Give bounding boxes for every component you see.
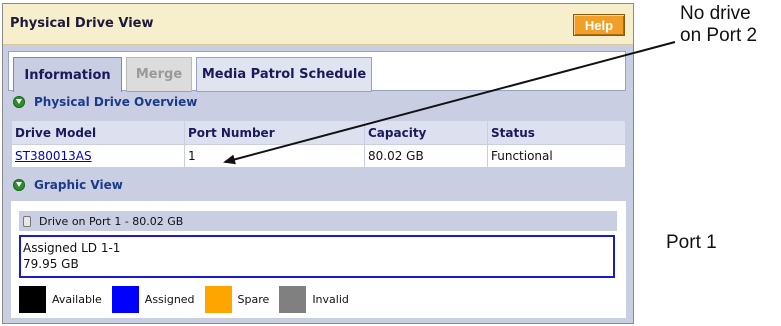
port-number-cell: 1: [184, 144, 365, 168]
annotation-no-drive: No drive on Port 2: [680, 3, 757, 47]
column-header-status: Status: [487, 120, 626, 145]
status-cell: Functional: [487, 144, 626, 168]
annotation-port1: Port 1: [666, 232, 717, 253]
drive-label: Drive on Port 1 - 80.02 GB: [39, 214, 184, 228]
assigned-ld-name: Assigned LD 1-1: [23, 241, 121, 255]
drive-model-cell: ST380013AS: [11, 144, 185, 168]
tab-bar: Information Merge Media Patrol Schedule: [8, 51, 626, 92]
legend-swatch-spare: [204, 286, 232, 313]
table-row: ST380013AS 1 80.02 GB Functional: [11, 144, 626, 168]
annotation-no-drive-line2: on Port 2: [680, 25, 758, 46]
column-header-port-number: Port Number: [184, 120, 365, 145]
tab-media-patrol-schedule[interactable]: Media Patrol Schedule: [196, 57, 372, 92]
physical-drive-panel: Physical Drive View Help Information Mer…: [2, 3, 634, 324]
overview-section-header[interactable]: Physical Drive Overview: [13, 93, 197, 111]
legend-swatch-invalid: [279, 286, 307, 313]
capacity-cell: 80.02 GB: [364, 144, 488, 168]
collapse-icon[interactable]: [13, 96, 25, 108]
graphic-heading: Graphic View: [34, 178, 123, 192]
tab-information[interactable]: Information: [13, 57, 122, 92]
column-header-drive-model: Drive Model: [11, 120, 185, 145]
legend-label-spare: Spare: [237, 293, 270, 306]
graphic-view-area: Drive on Port 1 - 80.02 GB Assigned LD 1…: [11, 201, 626, 318]
legend-label-invalid: Invalid: [312, 293, 349, 306]
legend-label-available: Available: [52, 293, 102, 306]
panel-titlebar: Physical Drive View Help: [3, 4, 633, 45]
column-header-capacity: Capacity: [364, 120, 488, 145]
panel-title: Physical Drive View: [10, 16, 154, 31]
table-header-row: Drive Model Port Number Capacity Status: [11, 120, 626, 145]
overview-heading: Physical Drive Overview: [34, 95, 198, 109]
drive-model-link[interactable]: ST380013AS: [15, 149, 92, 163]
legend: Available Assigned Spare Invalid: [19, 286, 359, 313]
tab-merge: Merge: [126, 57, 192, 92]
assigned-ld-block[interactable]: Assigned LD 1-1 79.95 GB: [19, 235, 615, 278]
legend-swatch-assigned: [111, 286, 139, 313]
assigned-ld-size: 79.95 GB: [23, 257, 79, 271]
drive-icon: [23, 215, 31, 227]
graphic-section-header[interactable]: Graphic View: [13, 176, 123, 194]
help-button[interactable]: Help: [573, 14, 625, 36]
drive-overview-table: Drive Model Port Number Capacity Status …: [11, 120, 626, 168]
collapse-icon[interactable]: [13, 179, 25, 191]
drive-header-bar: Drive on Port 1 - 80.02 GB: [19, 211, 617, 231]
annotation-no-drive-line1: No drive: [680, 3, 751, 24]
legend-label-assigned: Assigned: [144, 293, 195, 306]
legend-swatch-available: [19, 286, 46, 313]
